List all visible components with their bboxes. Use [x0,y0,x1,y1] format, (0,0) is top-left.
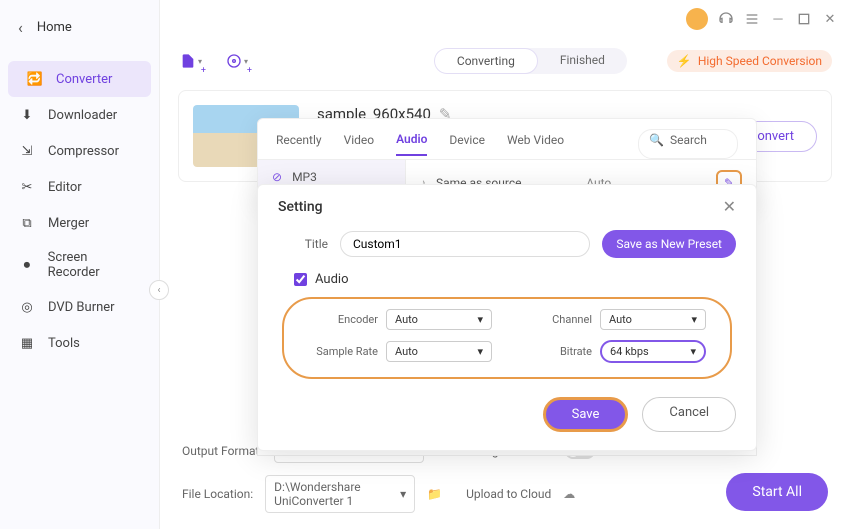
sidebar-item-editor[interactable]: ✂Editor [0,169,159,205]
tab-recently[interactable]: Recently [276,133,322,155]
sidebar-item-converter[interactable]: 🔁Converter [8,61,151,97]
samplerate-select[interactable]: Auto▾ [386,341,492,362]
sidebar-item-tools[interactable]: ▦Tools [0,325,159,361]
add-disc-button[interactable]: +▾ [224,48,250,74]
file-location-label: File Location: [182,487,253,501]
high-speed-badge[interactable]: ⚡High Speed Conversion [667,50,832,72]
save-button[interactable]: Save [543,397,629,432]
chevron-left-icon: ‹ [18,18,23,37]
status-segment: Converting Finished [434,48,627,74]
start-all-button[interactable]: Start All [726,473,828,511]
back-home[interactable]: ‹ Home [0,8,159,47]
scissors-icon: ✂ [18,178,36,196]
format-search[interactable]: 🔍Search [638,129,738,159]
merge-icon: ⧉ [18,214,36,232]
channel-select[interactable]: Auto▾ [600,309,706,330]
upload-label: Upload to Cloud [466,487,551,501]
tab-finished[interactable]: Finished [538,48,627,74]
grid-icon: ▦ [18,334,36,352]
file-location-select[interactable]: D:\Wondershare UniConverter 1▾ [265,475,415,513]
close-icon[interactable]: ✕ [723,197,736,216]
title-field-label: Title [278,237,328,251]
sidebar-item-dvd-burner[interactable]: ◎DVD Burner [0,289,159,325]
save-preset-button[interactable]: Save as New Preset [602,230,736,258]
tab-web-video[interactable]: Web Video [507,133,564,155]
home-label: Home [37,20,72,35]
tab-converting[interactable]: Converting [434,48,538,74]
sidebar-item-compressor[interactable]: ⇲Compressor [0,133,159,169]
sidebar-item-downloader[interactable]: ⬇Downloader [0,97,159,133]
download-icon: ⬇ [18,106,36,124]
tab-audio[interactable]: Audio [396,132,427,156]
check-icon: ⊘ [272,170,282,184]
sidebar-item-merger[interactable]: ⧉Merger [0,205,159,241]
audio-checkbox[interactable] [294,273,307,286]
tab-device[interactable]: Device [449,133,485,155]
record-icon: ⏺ [18,256,36,274]
bolt-icon: ⚡ [677,54,692,68]
cancel-button[interactable]: Cancel [642,397,736,432]
output-format-label: Output Format: [182,444,262,458]
compress-icon: ⇲ [18,142,36,160]
sidebar-item-screen-recorder[interactable]: ⏺Screen Recorder [0,241,159,289]
audio-settings-group: EncoderAuto▾ ChannelAuto▾ Sample RateAut… [282,297,732,379]
disc-icon: ◎ [18,298,36,316]
search-icon: 🔍 [649,133,664,155]
converter-icon: 🔁 [26,70,44,88]
audio-section-label: Audio [315,272,348,287]
tab-video[interactable]: Video [344,133,375,155]
folder-icon[interactable]: 📁 [427,487,442,501]
setting-modal: Setting ✕ Title Save as New Preset Audio… [257,184,757,451]
cloud-icon[interactable]: ☁ [563,487,575,501]
modal-title: Setting [278,199,323,215]
encoder-select[interactable]: Auto▾ [386,309,492,330]
bitrate-select[interactable]: 64 kbps▾ [600,340,706,363]
sidebar: ‹ Home 🔁Converter ⬇Downloader ⇲Compresso… [0,0,160,529]
add-file-button[interactable]: +▾ [178,48,204,74]
title-input[interactable] [340,231,590,257]
